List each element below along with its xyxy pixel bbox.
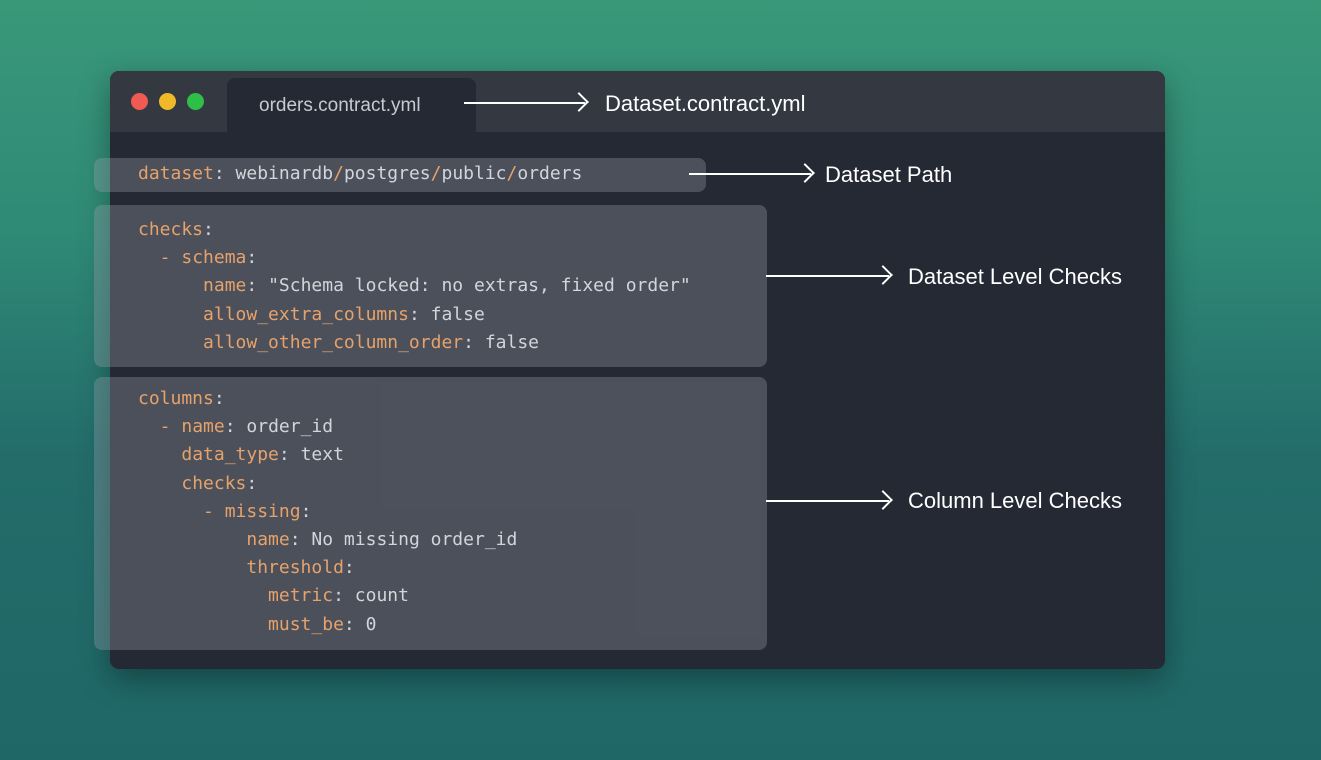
code-value: text (300, 444, 344, 466)
code-key: columns (138, 388, 214, 409)
code-value: No missing order_id (311, 529, 518, 551)
code-line-dataset: dataset: webinardb/postgres/public/order… (138, 163, 583, 184)
path-segment: public (441, 163, 507, 184)
path-segment: orders (517, 163, 583, 184)
file-tab-label: orders.contract.yml (259, 95, 421, 116)
code-value: count (354, 585, 409, 607)
code-key: threshold (246, 557, 344, 579)
code-key: data_type (181, 444, 279, 466)
code-key: checks (138, 219, 204, 240)
code-key: allow_other_column_order (203, 331, 464, 353)
code-key: metric (268, 585, 334, 607)
code-key: must_be (268, 613, 344, 635)
path-segment: webinardb (235, 163, 334, 184)
code-value: order_id (246, 416, 334, 438)
minimize-window-button[interactable] (159, 93, 176, 110)
file-tab[interactable]: orders.contract.yml (227, 78, 476, 132)
code-key: checks (181, 472, 247, 494)
code-key: allow_extra_columns (203, 303, 409, 325)
file-arrow (464, 102, 585, 104)
column-checks-arrow (766, 500, 889, 502)
code-block-dataset-checks: checks: - schema: name: "Schema locked: … (138, 219, 691, 353)
path-segment: postgres (343, 163, 431, 184)
close-window-button[interactable] (131, 93, 148, 110)
code-key: name (181, 416, 225, 438)
code-block-column-checks: columns: - name: order_id data_type: tex… (138, 388, 518, 635)
file-annotation: Dataset.contract.yml (605, 91, 806, 116)
path-annotation: Dataset Path (825, 162, 953, 187)
dataset-checks-annotation: Dataset Level Checks (908, 264, 1122, 289)
code-key: name (203, 275, 247, 297)
code-value: false (484, 331, 539, 353)
code-key: dataset (138, 163, 214, 184)
code-value: "Schema locked: no extras, fixed order" (268, 275, 691, 297)
dataset-checks-arrow (766, 275, 889, 277)
path-arrow (689, 173, 811, 175)
column-checks-annotation: Column Level Checks (908, 488, 1122, 513)
code-key: schema (181, 247, 247, 269)
code-value: false (430, 303, 485, 325)
maximize-window-button[interactable] (187, 93, 204, 110)
code-key: missing (224, 500, 301, 522)
code-value: 0 (365, 613, 377, 635)
code-key: name (246, 529, 290, 551)
